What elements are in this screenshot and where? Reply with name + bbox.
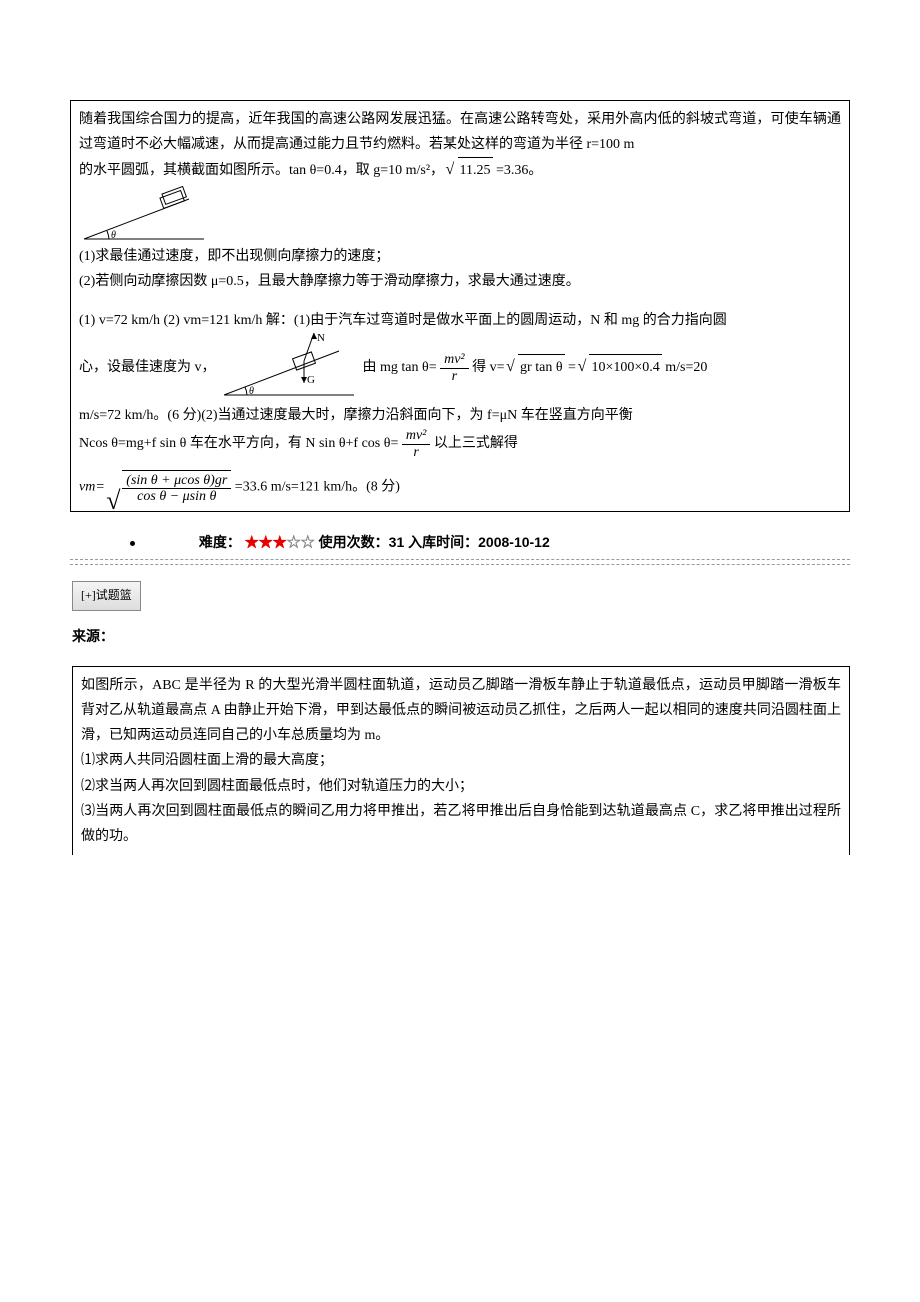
frac1-den: r [440,369,469,384]
frac2-den: r [402,445,431,460]
bullet-icon [130,541,135,546]
q1-ans-b-aft: 得 v= [472,360,504,375]
dashed-divider-bottom [70,564,850,565]
frac2-num: mv² [402,428,431,444]
eq-sign-1: = [568,360,576,375]
q1-ans-d-pre: Ncos θ=mg+f sin θ 车在水平方向，有 N sin θ+f cos… [79,436,402,451]
usage-label: 使用次数： [319,534,389,550]
frac-mv2-r-2: mv² r [402,428,431,460]
sqrt-numeric: 10×100×0.4 [589,354,661,380]
q1-paragraph-2: 的水平圆弧，其横截面如图所示。tan θ=0.4，取 g=10 m/s²， 11… [79,157,841,183]
sqrt4-den: cos θ − μsin θ [122,489,231,504]
q1-ans-b-end: m/s=20 [665,360,707,375]
q1-ans-b-pre: 心，设最佳速度为 v， [79,360,216,375]
q1-p2a: 的水平圆弧，其横截面如图所示。tan θ=0.4，取 g=10 m/s²， [79,163,444,178]
q2-item-2: ⑵求当两人再次回到圆柱面最低点时，他们对轨道压力的大小； [81,774,841,799]
svg-text:θ: θ [111,230,116,241]
incline-diagram-2: θ N G [219,333,359,403]
difficulty-stars: ★★★☆☆ [245,534,319,550]
sqrt-11-25: 11.25 [458,157,493,183]
svg-text:N: N [317,333,325,344]
q2-paragraph-1: 如图所示，ABC 是半径为 R 的大型光滑半圆柱面轨道，运动员乙脚踏一滑板车静止… [81,673,841,749]
meta-bar: 难度： ★★★☆☆ 使用次数：31 入库时间：2008-10-12 [130,530,850,555]
dashed-divider-top [70,559,850,560]
q1-paragraph-1: 随着我国综合国力的提高，近年我国的高速公路网发展迅猛。在高速公路转弯处，采用外高… [79,107,841,157]
q1-answer-b: 心，设最佳速度为 v， θ N G 由 mg tan θ= [79,333,841,403]
difficulty-label: 难度： [199,534,241,550]
star-empty: ☆☆ [287,534,315,550]
q1-ans-b-mid: 由 mg tan θ= [363,360,437,375]
q1-answer-a: (1) v=72 km/h (2) vm=121 km/h 解：(1)由于汽车过… [79,308,841,333]
frac1-num: mv² [440,352,469,368]
sqrt-grtan: gr tan θ [518,354,564,380]
svg-text:G: G [307,374,315,386]
q1-item-2: (2)若侧向动摩擦因数 μ=0.5，且最大静摩擦力等于滑动摩擦力，求最大通过速度… [79,269,841,294]
sqrt-fraction: √ (sin θ + μcos θ)gr cos θ − μsin θ [122,470,231,505]
star-full: ★★★ [245,534,287,550]
question-2-box: 如图所示，ABC 是半径为 R 的大型光滑半圆柱面轨道，运动员乙脚踏一滑板车静止… [72,666,850,855]
q1-ans-e-tail: =33.6 m/s=121 km/h。(8 分) [235,480,400,495]
entry-date: 2008-10-12 [478,534,550,550]
incline-diagram-1: θ [79,184,209,244]
q1-answer-e: vm= √ (sin θ + μcos θ)gr cos θ − μsin θ … [79,470,841,505]
q1-ans-d-aft: 以上三式解得 [434,436,518,451]
q1-p2b: =3.36。 [496,163,542,178]
usage-count: 31 [389,534,405,550]
entry-label: 入库时间： [408,534,478,550]
question-1-box: 随着我国综合国力的提高，近年我国的高速公路网发展迅猛。在高速公路转弯处，采用外高… [70,100,850,512]
frac-mv2-r-1: mv² r [440,352,469,384]
svg-text:θ: θ [249,386,254,397]
add-to-basket-button[interactable]: [+]试题篮 [72,581,141,611]
q1-answer-c: m/s=72 km/h。(6 分)(2)当通过速度最大时，摩擦力沿斜面向下，为 … [79,403,841,428]
sqrt4-num: (sin θ + μcos θ)gr [122,473,231,489]
source-label: 来源： [72,625,850,650]
q2-item-1: ⑴求两人共同沿圆柱面上滑的最大高度； [81,748,841,773]
q2-item-3: ⑶当两人再次回到圆柱面最低点的瞬间乙用力将甲推出，若乙将甲推出后自身恰能到达轨道… [81,799,841,849]
vm-label: vm= [79,480,105,495]
q1-item-1: (1)求最佳通过速度，即不出现侧向摩擦力的速度； [79,244,841,269]
q1-answer-d: Ncos θ=mg+f sin θ 车在水平方向，有 N sin θ+f cos… [79,428,841,460]
